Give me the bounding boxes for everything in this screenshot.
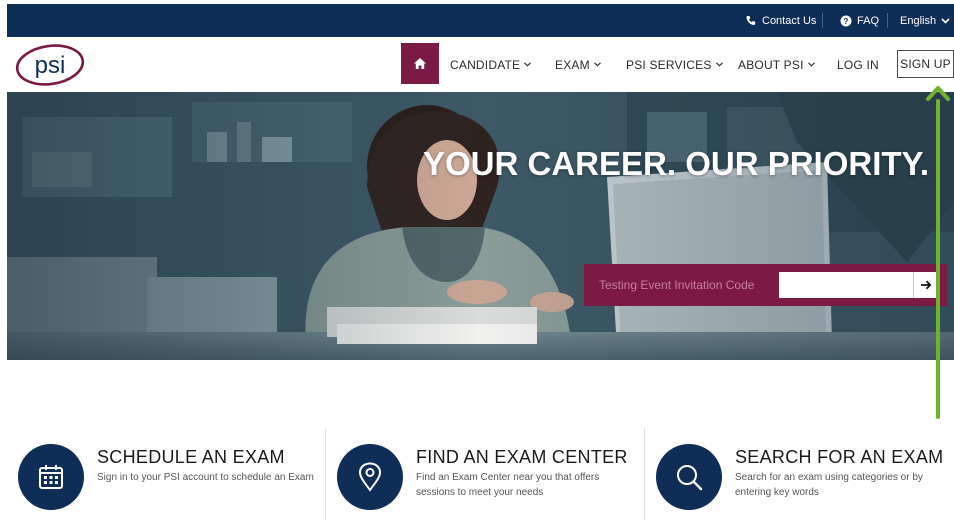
utility-bar: Contact Us ? FAQ English [7, 4, 954, 37]
map-pin-icon [358, 462, 382, 492]
chevron-down-icon [524, 62, 532, 67]
faq-link[interactable]: ? FAQ [840, 4, 879, 37]
svg-text:?: ? [844, 17, 849, 26]
help-circle-icon: ? [840, 15, 852, 26]
nav-about-psi[interactable]: ABOUT PSI [738, 37, 815, 92]
search-icon [677, 465, 703, 491]
utility-separator [822, 13, 823, 28]
card-icon-circle [337, 444, 403, 510]
contact-us-link[interactable]: Contact Us [745, 4, 816, 37]
utility-separator [887, 13, 888, 28]
card-divider [325, 428, 326, 520]
annotation-arrow [926, 86, 950, 419]
faq-label: FAQ [857, 14, 880, 27]
language-selector[interactable]: English [900, 4, 950, 37]
phone-icon [746, 15, 756, 25]
invitation-code-input[interactable] [779, 272, 913, 298]
signup-button[interactable]: SIGN UP [897, 50, 954, 78]
card-description: Sign in to your PSI account to schedule … [97, 472, 314, 483]
card-description: Find an Exam Center near you that offers… [416, 472, 600, 498]
page: Contact Us ? FAQ English psi CANDIDATE E… [0, 0, 954, 521]
card-description: Search for an exam using categories or b… [735, 472, 923, 498]
login-label: LOG IN [837, 57, 879, 72]
search-exam-card[interactable]: SEARCH FOR AN EXAM Search for an exam us… [656, 430, 954, 520]
find-exam-center-card[interactable]: FIND AN EXAM CENTER Find an Exam Center … [337, 430, 637, 520]
card-divider [644, 428, 645, 520]
language-label: English [900, 14, 937, 27]
hero-banner: YOUR CAREER. OUR PRIORITY. Testing Event… [7, 92, 954, 360]
chevron-down-icon [941, 17, 950, 24]
schedule-exam-card[interactable]: SCHEDULE AN EXAM Sign in to your PSI acc… [18, 430, 318, 520]
signup-label: SIGN UP [900, 57, 951, 71]
calendar-icon [39, 465, 63, 489]
card-icon-circle [656, 444, 722, 510]
home-icon [414, 58, 426, 69]
card-title: SEARCH FOR AN EXAM [735, 447, 944, 467]
nav-psi-services[interactable]: PSI SERVICES [626, 37, 723, 92]
card-title: FIND AN EXAM CENTER [416, 447, 628, 467]
nav-exam-label: EXAM [555, 57, 590, 72]
contact-us-label: Contact Us [762, 14, 817, 27]
invitation-code-form: Testing Event Invitation Code [584, 264, 947, 306]
nav-candidate-label: CANDIDATE [450, 57, 521, 72]
card-icon-circle [18, 444, 84, 510]
nav-about-psi-label: ABOUT PSI [738, 57, 804, 72]
chevron-down-icon [715, 62, 723, 67]
logo-text: psi [35, 52, 66, 79]
nav-psi-services-label: PSI SERVICES [626, 57, 712, 72]
home-button[interactable] [401, 43, 439, 84]
invitation-code-label: Testing Event Invitation Code [599, 278, 755, 292]
login-link[interactable]: LOG IN [837, 37, 879, 92]
hero-title: YOUR CAREER. OUR PRIORITY. [423, 145, 930, 182]
main-nav: psi CANDIDATE EXAM PSI SERVICES ABOUT PS… [7, 37, 954, 92]
card-title: SCHEDULE AN EXAM [97, 447, 285, 467]
psi-logo[interactable]: psi [14, 43, 86, 87]
nav-exam[interactable]: EXAM [555, 37, 601, 92]
nav-candidate[interactable]: CANDIDATE [450, 37, 532, 92]
chevron-down-icon [593, 62, 601, 67]
chevron-down-icon [807, 62, 815, 67]
hero-photo [7, 92, 954, 360]
